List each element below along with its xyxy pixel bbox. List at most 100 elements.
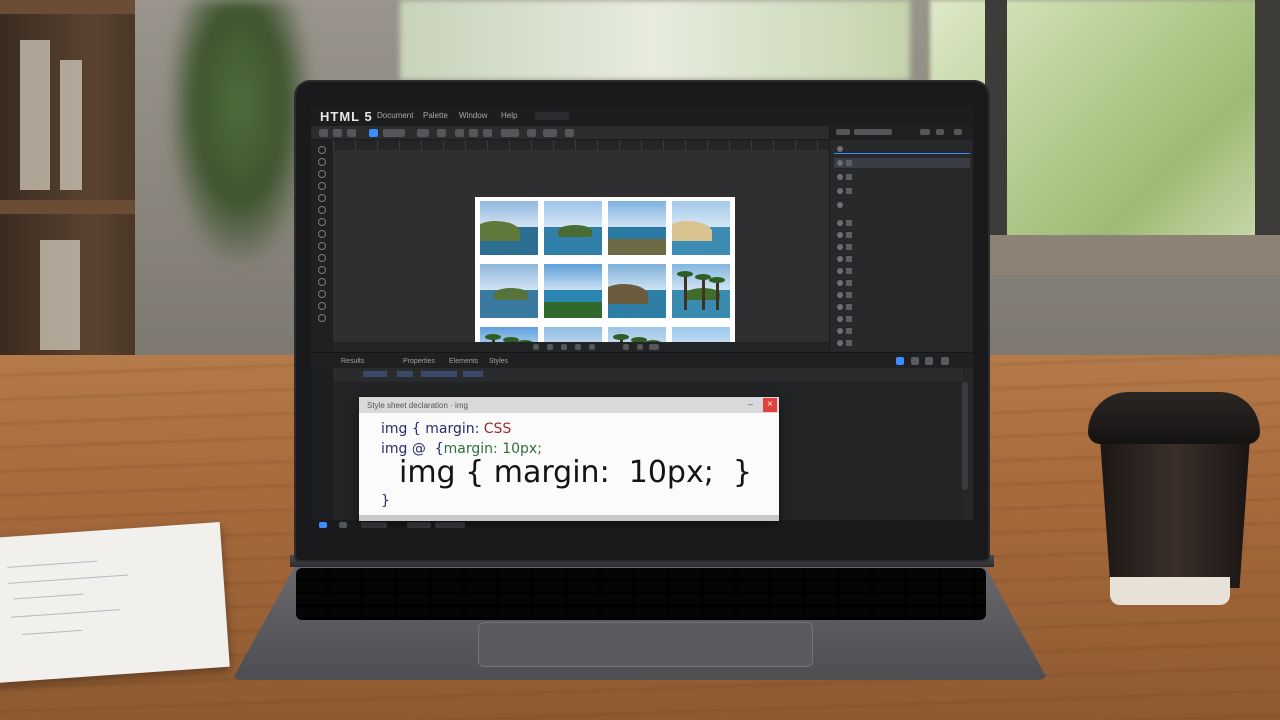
settings-icon[interactable]	[925, 357, 933, 365]
run-button[interactable]	[896, 357, 904, 365]
status-icon	[319, 522, 327, 528]
editor-scrollbar[interactable]	[962, 382, 968, 490]
gradient-tool-icon[interactable]	[318, 254, 326, 262]
minimize-icon[interactable]: –	[748, 399, 753, 409]
eraser-tool-icon[interactable]	[318, 230, 326, 238]
layer-row[interactable]	[834, 254, 970, 264]
tool-strip	[311, 140, 333, 352]
sync-icon	[339, 522, 347, 528]
pen-tool-icon[interactable]	[318, 194, 326, 202]
layer-row[interactable]	[834, 200, 970, 210]
css-declaration-popup[interactable]: Style sheet declaration · img – × img { …	[359, 397, 779, 521]
layer-row-selected[interactable]	[834, 158, 970, 168]
popup-titlebar[interactable]: Style sheet declaration · img – ×	[359, 397, 779, 413]
menu-item-palette[interactable]: Palette	[423, 111, 448, 120]
more-icon[interactable]	[565, 129, 574, 137]
css-subtabs	[333, 368, 963, 382]
distribute-icon[interactable]	[483, 129, 492, 137]
lasso-tool-icon[interactable]	[318, 170, 326, 178]
gallery-thumbnail-green-islet[interactable]	[544, 264, 602, 318]
code-line-1[interactable]: img { margin: CSS	[381, 421, 511, 437]
layer-search-input[interactable]	[834, 144, 970, 154]
tab-styles[interactable]: Styles	[489, 358, 508, 365]
close-icon[interactable]: ×	[763, 398, 777, 412]
gallery-thumbnail-palm-shore[interactable]	[672, 264, 730, 318]
layer-row[interactable]	[834, 230, 970, 240]
expand-icon[interactable]	[941, 357, 949, 365]
canvas-area[interactable]	[333, 150, 829, 383]
grid-icon[interactable]	[455, 129, 464, 137]
coffee-cup-lid	[1088, 392, 1260, 444]
gallery-thumbnail-rocky-point[interactable]	[608, 264, 666, 318]
layer-row[interactable]	[834, 290, 970, 300]
zoom-out-icon[interactable]	[623, 344, 629, 350]
popup-title: Style sheet declaration · img	[367, 401, 468, 410]
zoom-tool-icon[interactable]	[318, 290, 326, 298]
menu-tab[interactable]	[535, 112, 569, 120]
prev-page-icon[interactable]	[547, 344, 553, 350]
zoom-in-icon[interactable]	[637, 344, 643, 350]
lock-icon[interactable]	[527, 129, 536, 137]
layer-row[interactable]	[834, 242, 970, 252]
fit-icon[interactable]	[649, 344, 659, 350]
gallery-thumbnail-island-clouds[interactable]	[544, 201, 602, 255]
layers-tab[interactable]	[836, 129, 850, 135]
tab-results[interactable]: Results	[341, 358, 364, 365]
first-page-icon[interactable]	[533, 344, 539, 350]
layer-row[interactable]	[834, 278, 970, 288]
properties-tab[interactable]	[854, 129, 892, 135]
pointer-tool-icon[interactable]	[318, 146, 326, 154]
arrow-icon[interactable]	[333, 129, 342, 137]
crop-icon[interactable]	[437, 129, 446, 137]
layer-row[interactable]	[834, 172, 970, 182]
text-tool-icon[interactable]	[318, 182, 326, 190]
subtab-selector[interactable]	[363, 371, 387, 377]
layer-row[interactable]	[834, 326, 970, 336]
play-icon[interactable]	[561, 344, 567, 350]
hand-tool-icon[interactable]	[318, 278, 326, 286]
laptop-trackpad	[478, 622, 813, 667]
menu-item-help[interactable]: Help	[501, 111, 517, 120]
subtab-layout[interactable]	[463, 371, 483, 377]
layer-row[interactable]	[834, 314, 970, 324]
next-page-icon[interactable]	[575, 344, 581, 350]
panel-menu-icon[interactable]	[920, 129, 930, 135]
menu-item-document[interactable]: Document	[377, 111, 413, 120]
menu-item-window[interactable]: Window	[459, 111, 487, 120]
tab-elements[interactable]: Elements	[449, 358, 478, 365]
gallery-thumbnail-cove-cliffs[interactable]	[608, 201, 666, 255]
move-tool-icon[interactable]	[318, 158, 326, 166]
layers-icon[interactable]	[347, 129, 356, 137]
gallery-thumbnail-sandy-beach[interactable]	[672, 201, 730, 255]
layer-row[interactable]	[834, 186, 970, 196]
brush-tool-icon[interactable]	[318, 218, 326, 226]
subtab-computed[interactable]	[421, 371, 457, 377]
layer-row[interactable]	[834, 266, 970, 276]
frame-icon[interactable]	[417, 129, 429, 137]
split-view-icon[interactable]	[911, 357, 919, 365]
subtab-rule[interactable]	[397, 371, 413, 377]
settings-icon[interactable]	[936, 129, 944, 135]
link-icon[interactable]	[543, 129, 557, 137]
layer-row[interactable]	[834, 218, 970, 228]
size-field[interactable]	[501, 129, 519, 137]
align-icon[interactable]	[469, 129, 478, 137]
layer-row[interactable]	[834, 338, 970, 348]
layer-row[interactable]	[834, 302, 970, 312]
eyedropper-tool-icon[interactable]	[318, 266, 326, 274]
gallery-thumbnail-headland[interactable]	[480, 264, 538, 318]
last-page-icon[interactable]	[589, 344, 595, 350]
window-frame	[985, 0, 1007, 250]
toolbar	[311, 126, 829, 140]
link-tool-icon[interactable]	[318, 314, 326, 322]
gallery-thumbnail-coast-bay[interactable]	[480, 201, 538, 255]
tab-properties[interactable]: Properties	[403, 358, 435, 365]
shape-tool-icon[interactable]	[318, 206, 326, 214]
zoom-field[interactable]	[383, 129, 405, 137]
close-icon[interactable]	[954, 129, 962, 135]
fill-tool-icon[interactable]	[318, 242, 326, 250]
code-line-3[interactable]: img { margin: 10px; }	[399, 455, 752, 490]
select-icon[interactable]	[369, 129, 378, 137]
home-icon[interactable]	[319, 129, 328, 137]
rotate-tool-icon[interactable]	[318, 302, 326, 310]
